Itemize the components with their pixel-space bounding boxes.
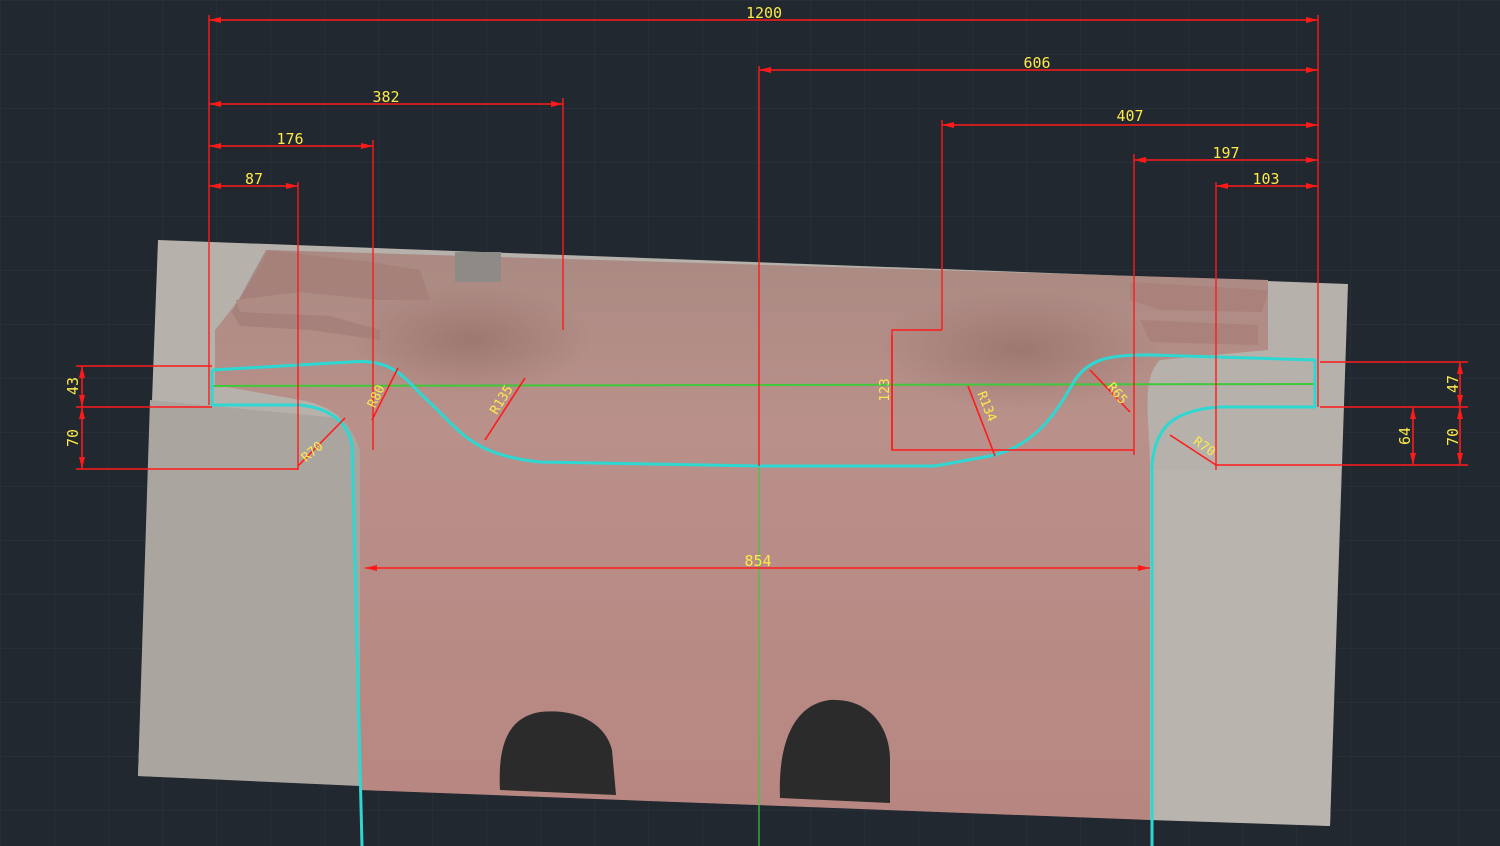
dim-left-vert-bottom: 70 xyxy=(64,429,82,447)
dim-right-vert-mid: 64 xyxy=(1396,427,1414,445)
dim-left-87: 87 xyxy=(245,170,263,188)
photo-gray-block xyxy=(455,252,501,282)
dim-right-197: 197 xyxy=(1212,144,1239,162)
photo-concrete-left-shade xyxy=(138,400,360,786)
dim-overall-width: 1200 xyxy=(746,4,782,22)
photo-stone-shadow-left xyxy=(350,285,590,395)
dim-right-vert-top: 47 xyxy=(1444,375,1462,393)
cad-drawing-canvas: 1200 606 382 407 176 197 87 103 854 43 7… xyxy=(0,0,1500,846)
photo-concrete-right-shade xyxy=(1150,470,1340,826)
dim-right-vert-bottom: 70 xyxy=(1444,428,1462,446)
dim-right-to-center: 606 xyxy=(1023,54,1050,72)
dim-right-103: 103 xyxy=(1252,170,1279,188)
dim-left-382: 382 xyxy=(372,88,399,106)
dim-left-vert-top: 43 xyxy=(64,377,82,395)
dim-bottom-width: 854 xyxy=(744,552,771,570)
dim-center-vert: 123 xyxy=(878,378,893,401)
dim-right-407: 407 xyxy=(1116,107,1143,125)
dim-left-176: 176 xyxy=(276,130,303,148)
